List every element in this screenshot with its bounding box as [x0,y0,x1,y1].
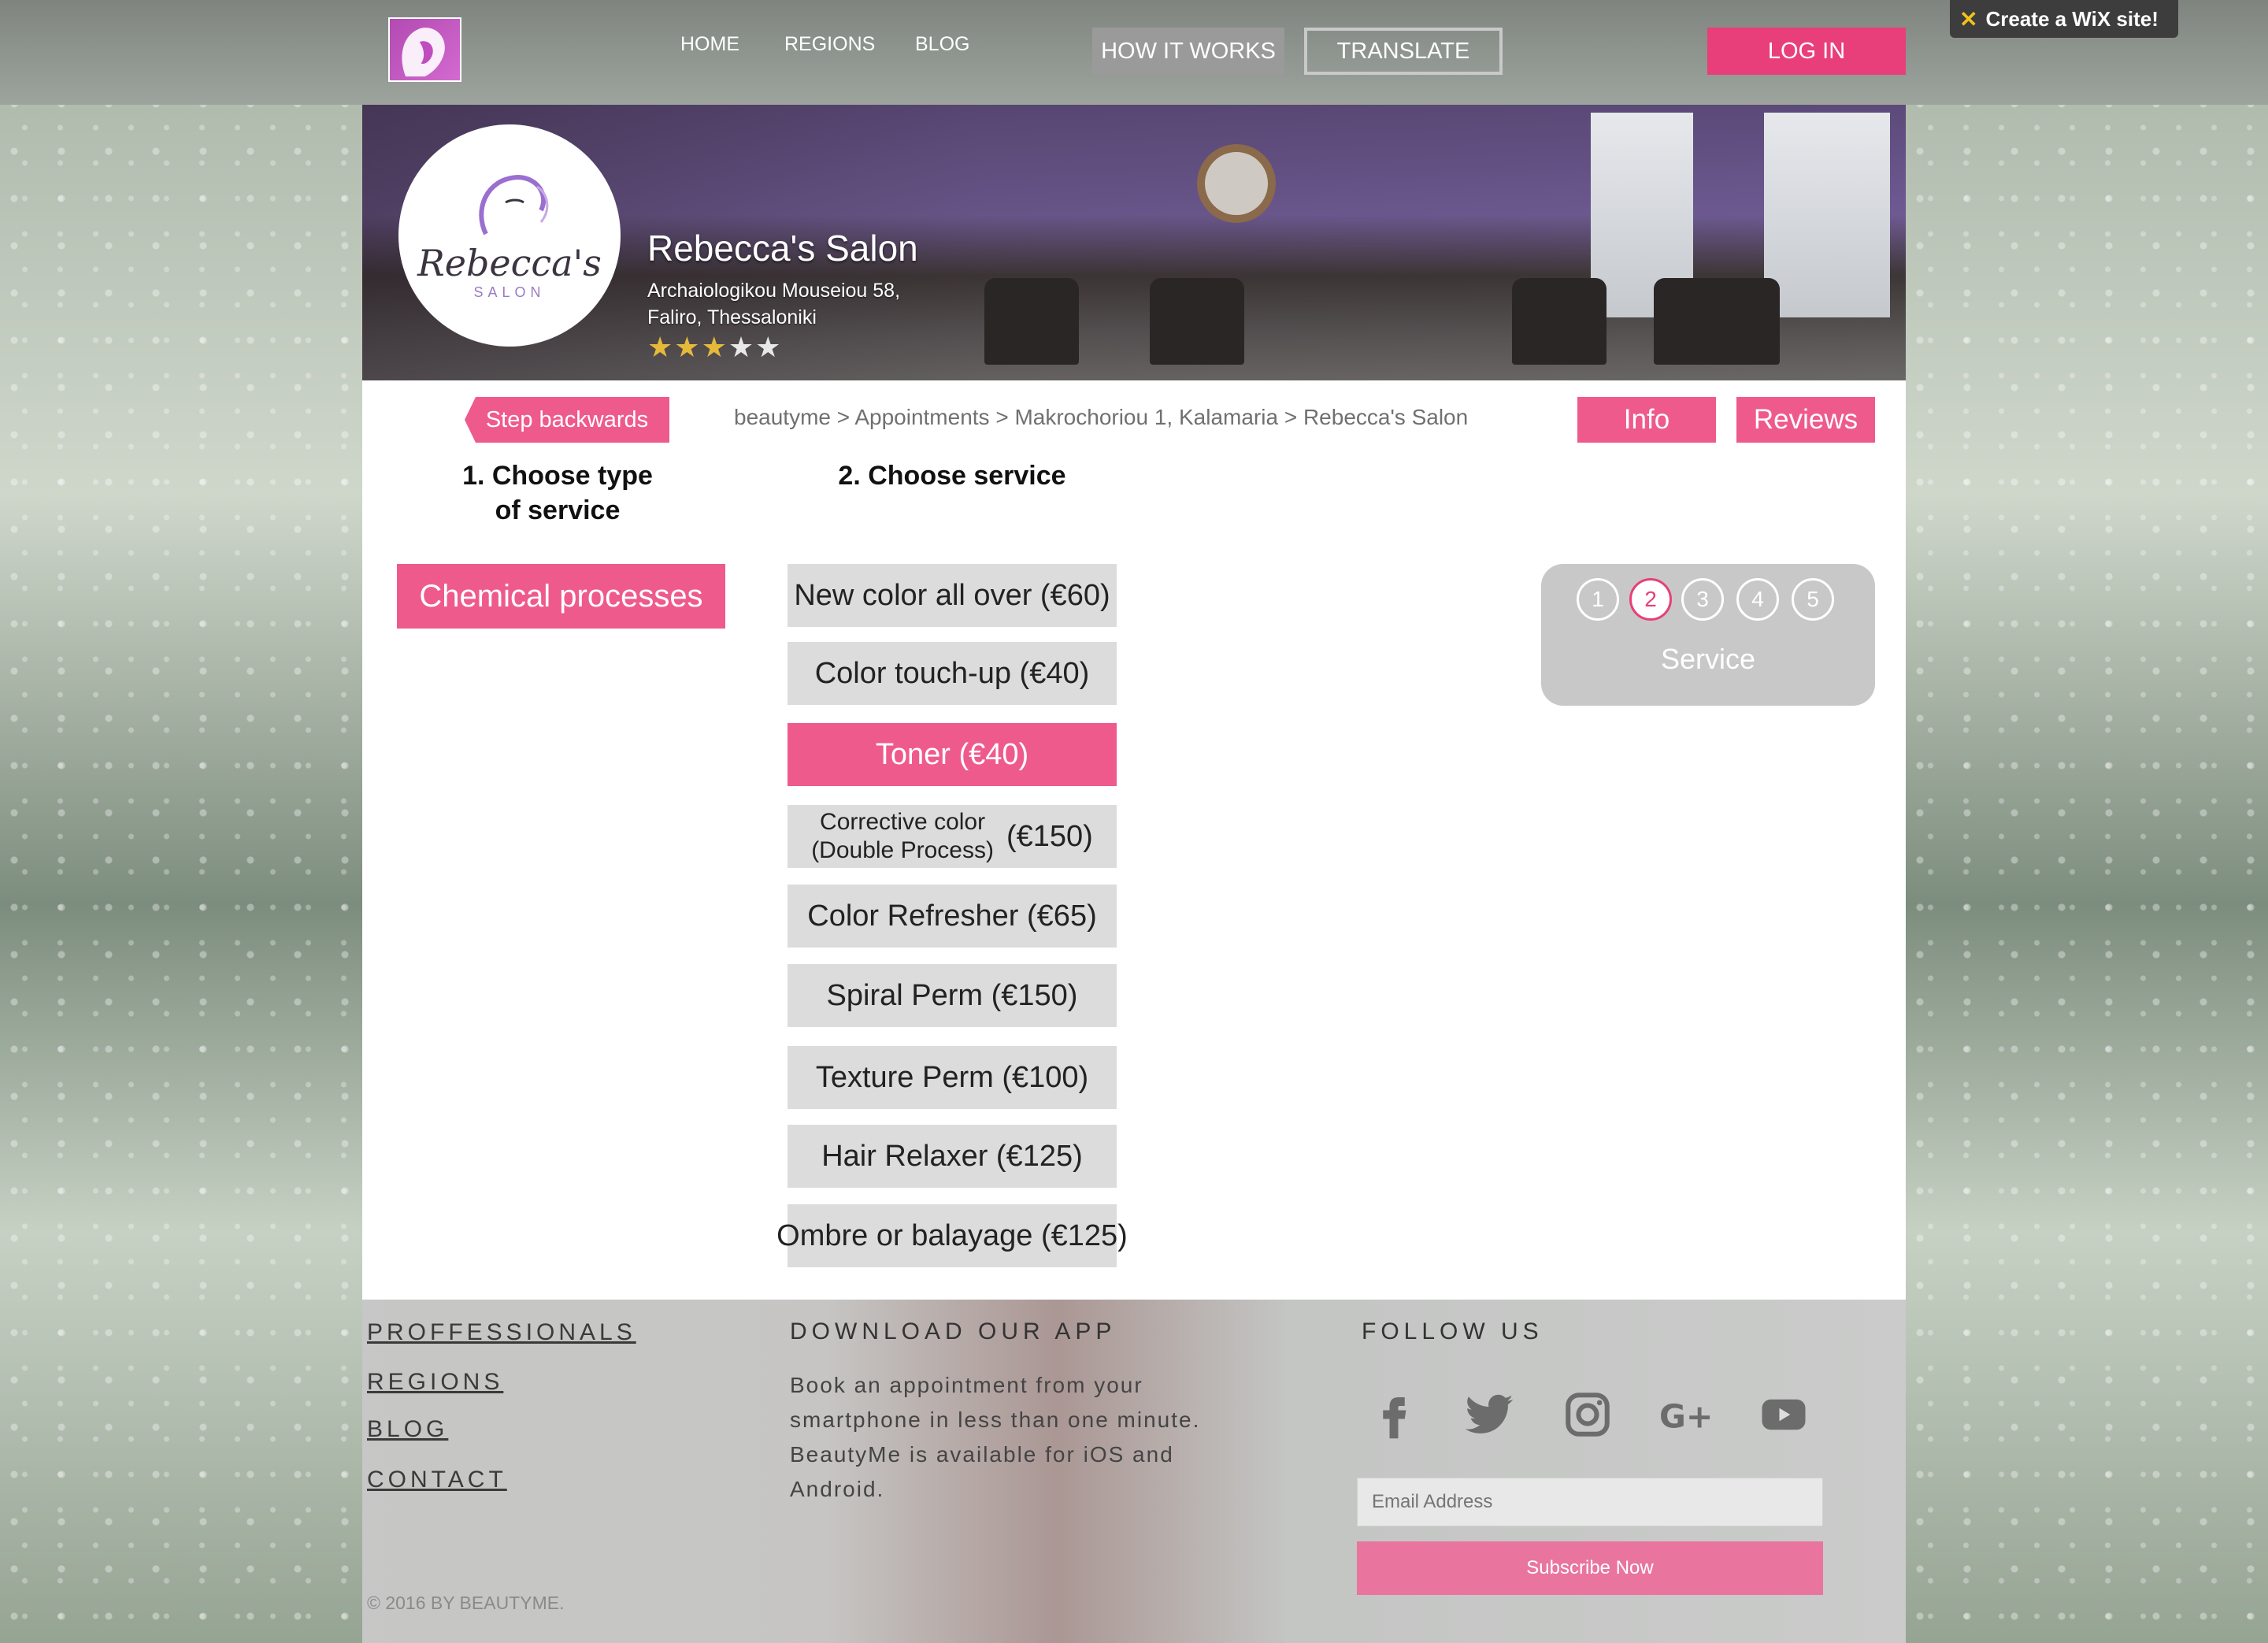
nav-blog[interactable]: BLOG [915,33,969,56]
banner-chair [1654,278,1780,365]
salon-rating-stars: ★★★★★ [647,331,782,364]
step-1-heading-line2: of service [495,495,621,525]
footer-link-contact[interactable]: CONTACT [367,1467,507,1493]
footer-link-blog[interactable]: BLOG [367,1416,448,1443]
step-2-heading: 2. Choose service [838,461,1066,491]
service-option[interactable]: Ombre or balayage (€125) [776,1204,1128,1267]
top-navigation-bar: HOME REGIONS BLOG HOW IT WORKS TRANSLATE… [0,0,2268,105]
instagram-icon[interactable] [1559,1386,1616,1443]
service-option[interactable]: Corrective color (Double Process) (€150) [788,805,1117,868]
service-option[interactable]: Color touch-up (€40) [788,642,1117,705]
salon-name: Rebecca's Salon [647,228,918,269]
download-app-text: Book an appointment from your smartphone… [790,1373,1201,1501]
salon-logo-face-icon [479,174,549,235]
site-logo[interactable] [388,17,461,82]
facebook-icon[interactable] [1366,1386,1422,1443]
star-empty-icon: ★ [755,331,783,363]
how-it-works-button[interactable]: HOW IT WORKS [1092,28,1284,75]
nav-home[interactable]: HOME [680,33,739,56]
service-option-name-line1: Corrective color [820,809,986,835]
wix-badge-text: Create a WiX site! [1985,6,2159,31]
step-1-heading-line1: 1. Choose type [462,461,653,491]
salon-address-line2: Faliro, Thessaloniki [647,306,817,328]
banner-chair [984,278,1079,365]
service-option-selected[interactable]: Toner (€40) [788,723,1117,786]
follow-us-heading: FOLLOW US [1362,1318,1544,1344]
background-image-right [1906,0,2268,1643]
google-plus-icon[interactable]: G+ [1657,1386,1714,1443]
wix-icon: ✕ [1959,6,1978,32]
salon-logo-name: Rebecca's [417,241,602,284]
booking-progress-indicator: 1 2 3 4 5 Service [1541,564,1875,706]
star-filled-icon: ★ [647,331,675,363]
login-button[interactable]: LOG IN [1707,28,1906,75]
service-option[interactable]: Spiral Perm (€150) [788,964,1117,1027]
background-image-left [0,0,362,1643]
progress-step-1: 1 [1577,578,1619,621]
create-wix-site-badge[interactable]: ✕ Create a WiX site! [1950,0,2178,38]
progress-step-2-active: 2 [1629,578,1672,621]
service-option[interactable]: Hair Relaxer (€125) [788,1125,1117,1188]
progress-step-4: 4 [1736,578,1779,621]
salon-address-line1: Archaiologikou Mouseiou 58, [647,280,901,302]
salon-address: Archaiologikou Mouseiou 58, Faliro, Thes… [647,277,900,331]
service-option[interactable]: Texture Perm (€100) [788,1046,1117,1109]
email-address-field[interactable] [1357,1478,1823,1526]
star-filled-icon: ★ [701,331,728,363]
footer-link-regions[interactable]: REGIONS [367,1369,503,1396]
service-option-name: Corrective color (Double Process) [811,808,994,865]
footer-link-professionals[interactable]: PROFFESSIONALS [367,1319,636,1346]
nav-regions[interactable]: REGIONS [784,33,875,56]
service-option-price: (€150) [1006,819,1093,853]
star-empty-icon: ★ [728,331,756,363]
progress-step-5: 5 [1792,578,1834,621]
translate-button[interactable]: TRANSLATE [1304,28,1503,75]
service-option[interactable]: New color all over (€60) [788,564,1117,627]
banner-mirror [1197,144,1276,223]
woman-silhouette-icon [402,28,445,77]
banner-window [1764,113,1890,317]
subscribe-now-button[interactable]: Subscribe Now [1357,1541,1823,1595]
step-1-heading: 1. Choose type of service [417,458,698,528]
service-option[interactable]: Color Refresher (€65) [788,885,1117,948]
progress-step-3: 3 [1681,578,1724,621]
twitter-icon[interactable] [1461,1386,1518,1443]
breadcrumb: beautyme > Appointments > Makrochoriou 1… [734,405,1469,429]
copyright-text: © 2016 BY BEAUTYME. [367,1593,565,1613]
salon-logo-subtitle: SALON [473,284,546,300]
banner-chair [1150,278,1244,365]
youtube-icon[interactable] [1755,1386,1812,1443]
salon-logo: Rebecca's SALON [398,124,621,347]
download-app-heading: DOWNLOAD OUR APP [790,1318,1117,1344]
service-type-chemical-processes[interactable]: Chemical processes [397,564,725,629]
svg-text:G+: G+ [1659,1398,1711,1436]
step-backwards-button[interactable]: Step backwards [465,397,669,443]
service-option-name-line2: (Double Process) [811,837,994,863]
progress-step-label: Service [1660,643,1756,675]
reviews-button[interactable]: Reviews [1736,397,1875,443]
star-filled-icon: ★ [674,331,702,363]
info-button[interactable]: Info [1577,397,1716,443]
banner-chair [1512,278,1606,365]
